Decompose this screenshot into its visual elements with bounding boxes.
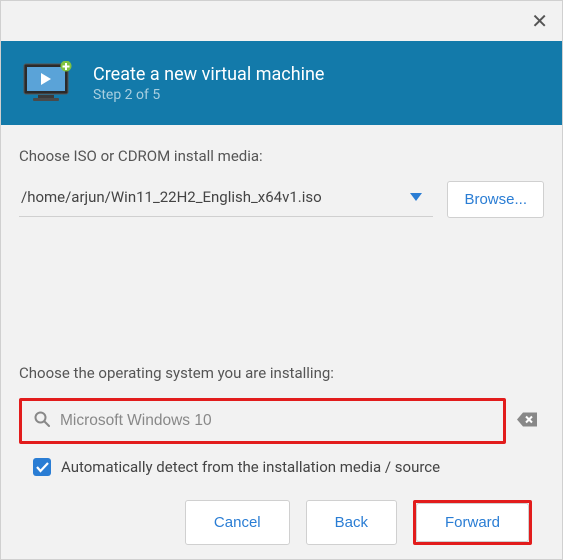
auto-detect-label: Automatically detect from the installati…	[61, 458, 440, 476]
new-vm-dialog: ✕ Create a new virtual machine Step 2 of…	[0, 0, 563, 560]
banner: Create a new virtual machine Step 2 of 5	[1, 41, 562, 125]
media-selected: /home/arjun/Win11_22H2_English_x64v1.iso	[21, 188, 322, 206]
forward-button[interactable]: Forward	[416, 503, 529, 542]
media-row: /home/arjun/Win11_22H2_English_x64v1.iso…	[19, 181, 544, 218]
monitor-icon	[23, 61, 73, 105]
footer: Cancel Back Forward	[19, 500, 544, 559]
search-icon	[34, 411, 50, 431]
os-label: Choose the operating system you are inst…	[19, 364, 544, 382]
content: Choose ISO or CDROM install media: /home…	[1, 125, 562, 559]
clear-icon[interactable]	[517, 412, 537, 431]
forward-highlight: Forward	[413, 500, 532, 545]
browse-button[interactable]: Browse...	[447, 181, 544, 218]
media-dropdown[interactable]: /home/arjun/Win11_22H2_English_x64v1.iso	[19, 182, 433, 217]
os-search-field[interactable]	[19, 398, 506, 444]
back-button[interactable]: Back	[306, 500, 397, 545]
auto-detect-row: Automatically detect from the installati…	[19, 458, 544, 476]
os-input[interactable]	[60, 412, 491, 430]
titlebar: ✕	[1, 1, 562, 41]
auto-detect-checkbox[interactable]	[33, 458, 51, 476]
media-label: Choose ISO or CDROM install media:	[19, 147, 544, 165]
banner-step: Step 2 of 5	[93, 87, 324, 103]
banner-title: Create a new virtual machine	[93, 64, 324, 85]
chevron-down-icon	[409, 188, 423, 206]
close-icon[interactable]: ✕	[531, 11, 548, 31]
cancel-button[interactable]: Cancel	[185, 500, 290, 545]
